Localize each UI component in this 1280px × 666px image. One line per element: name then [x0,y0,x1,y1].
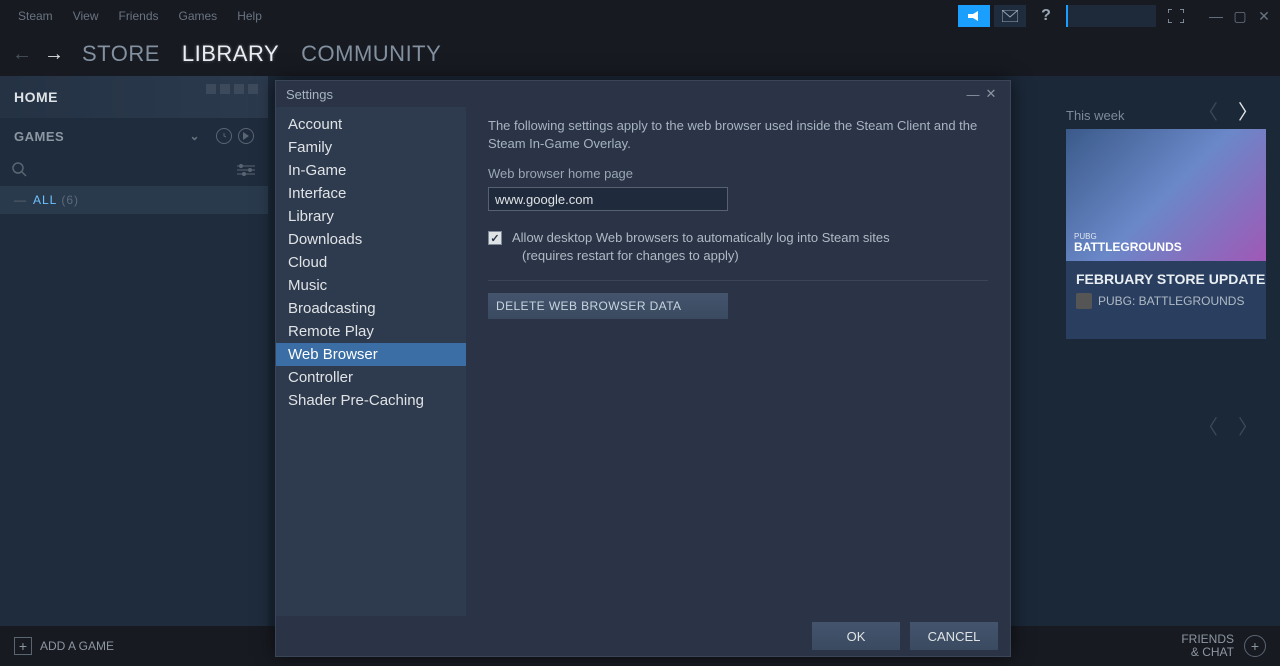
settings-dialog: Settings — ✕ AccountFamilyIn-GameInterfa… [275,80,1011,657]
news-card-pubg-small: PUBG [1074,233,1182,241]
nav-tab-store[interactable]: STORE [82,41,160,67]
menu-help[interactable]: Help [227,5,272,27]
settings-category-remote-play[interactable]: Remote Play [276,320,466,343]
help-icon[interactable]: ? [1030,5,1062,27]
settings-content: The following settings apply to the web … [466,107,1010,616]
play-icon[interactable] [238,128,254,144]
sidebar-home-label: HOME [14,89,58,105]
view-toggle-grid-icon[interactable] [206,84,258,94]
lower-carousel-next-icon[interactable]: 〉 [1238,411,1258,440]
sidebar-category-count: (6) [61,193,79,207]
settings-category-cloud[interactable]: Cloud [276,251,466,274]
sidebar-category-label: ALL [33,193,57,207]
add-game-label: ADD A GAME [40,639,114,653]
settings-category-downloads[interactable]: Downloads [276,228,466,251]
allow-login-label: Allow desktop Web browsers to automatica… [512,230,890,245]
ok-button[interactable]: OK [812,622,900,650]
homepage-input[interactable] [488,187,728,211]
fullscreen-icon[interactable] [1160,5,1192,27]
sidebar-games-label: GAMES [14,129,64,144]
user-search[interactable] [1066,5,1156,27]
nav-tab-community[interactable]: COMMUNITY [301,41,441,67]
news-card-art: PUBG BATTLEGROUNDS [1066,129,1266,261]
friends-chat-button[interactable]: FRIENDS & CHAT + [1181,633,1266,659]
carousel-prev-icon[interactable]: 〈 [1198,96,1218,125]
plus-circle-icon: + [1244,635,1266,657]
news-card-subtitle: PUBG: BATTLEGROUNDS [1098,294,1244,308]
news-card-title: FEBRUARY STORE UPDATE 2023 [1066,261,1266,293]
allow-login-checkbox[interactable]: ✓ [488,231,502,245]
nav-back-icon[interactable]: ← [12,43,32,66]
menu-steam[interactable]: Steam [8,5,63,27]
news-card-pubg-big: BATTLEGROUNDS [1074,240,1182,254]
news-card[interactable]: PUBG BATTLEGROUNDS FEBRUARY STORE UPDATE… [1066,129,1266,339]
divider [488,280,988,281]
search-icon[interactable] [12,162,28,178]
lower-carousel-prev-icon[interactable]: 〈 [1198,411,1218,440]
menubar: Steam View Friends Games Help ? — ▢ ✕ [0,0,1280,32]
cancel-button[interactable]: CANCEL [910,622,998,650]
window-minimize-icon[interactable]: — [1208,8,1224,25]
settings-category-list: AccountFamilyIn-GameInterfaceLibraryDown… [276,107,466,616]
add-game-button[interactable]: + ADD A GAME [14,637,114,655]
settings-description: The following settings apply to the web … [488,117,988,152]
friends-chat-line2: & CHAT [1181,646,1234,659]
window-close-icon[interactable]: ✕ [1256,8,1272,25]
menu-games[interactable]: Games [169,5,228,27]
dialog-title: Settings [286,87,333,102]
window-maximize-icon[interactable]: ▢ [1232,8,1248,25]
navbar: ← → STORE LIBRARY COMMUNITY [0,32,1280,76]
sidebar-category-all[interactable]: — ALL (6) [0,186,268,214]
sidebar-home[interactable]: HOME [0,76,268,118]
allow-login-hint: (requires restart for changes to apply) [512,247,890,265]
settings-category-account[interactable]: Account [276,113,466,136]
settings-category-web-browser[interactable]: Web Browser [276,343,466,366]
homepage-label: Web browser home page [488,166,988,181]
announcement-icon[interactable] [958,5,990,27]
settings-category-in-game[interactable]: In-Game [276,159,466,182]
dialog-close-icon[interactable]: ✕ [982,86,1000,102]
plus-icon: + [14,637,32,655]
menu-view[interactable]: View [63,5,109,27]
carousel-next-icon[interactable]: 〉 [1238,96,1258,125]
settings-category-library[interactable]: Library [276,205,466,228]
sidebar-games-header[interactable]: GAMES ⌄ [0,118,268,154]
menu-friends[interactable]: Friends [108,5,168,27]
delete-browser-data-button[interactable]: DELETE WEB BROWSER DATA [488,293,728,319]
news-column: 〈 〉 This week PUBG BATTLEGROUNDS FEBRUAR… [1016,76,1280,416]
settings-category-music[interactable]: Music [276,274,466,297]
dialog-minimize-icon[interactable]: — [964,87,982,102]
library-sidebar: HOME GAMES ⌄ — ALL (6) [0,76,268,626]
settings-category-controller[interactable]: Controller [276,366,466,389]
nav-tab-library[interactable]: LIBRARY [182,41,279,67]
mail-icon[interactable] [994,5,1026,27]
news-card-thumb-icon [1076,293,1092,309]
settings-category-broadcasting[interactable]: Broadcasting [276,297,466,320]
settings-category-family[interactable]: Family [276,136,466,159]
clock-icon[interactable] [216,128,232,144]
settings-category-interface[interactable]: Interface [276,182,466,205]
nav-forward-icon[interactable]: → [44,43,64,66]
filter-icon[interactable] [236,163,256,177]
settings-category-shader-pre-caching[interactable]: Shader Pre-Caching [276,389,466,412]
chevron-down-icon: ⌄ [189,129,200,143]
